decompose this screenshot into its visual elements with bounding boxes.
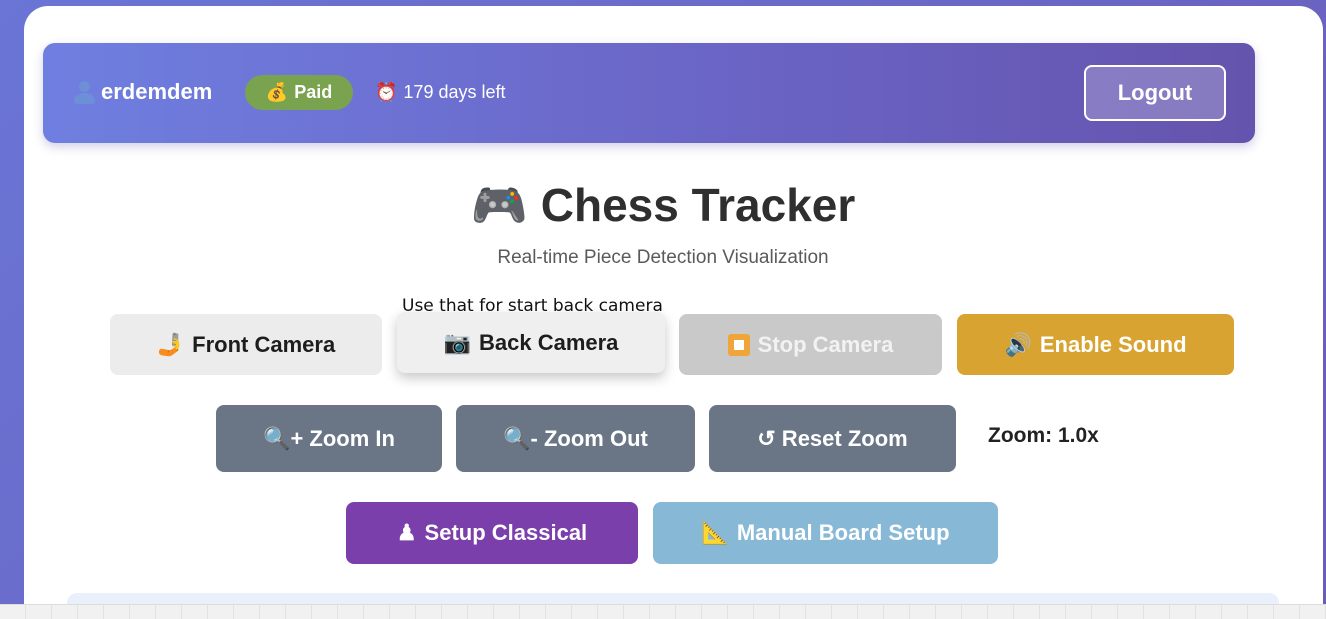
enable-sound-button[interactable]: 🔊 Enable Sound [957,314,1234,375]
subscription-remaining: ⏰ 179 days left [375,82,506,103]
money-bag-icon: 💰 [265,82,289,102]
user-info: erdemdem [73,79,212,105]
grid-overlay [0,604,1326,619]
stop-camera-button[interactable]: Stop Camera [679,314,942,375]
stop-icon [727,333,750,356]
manual-board-setup-button[interactable]: 📐 Manual Board Setup [653,502,998,564]
selfie-icon: 🤳 [156,331,185,357]
reset-zoom-button[interactable]: ↺ Reset Zoom [709,405,956,472]
camera-icon: 📷 [443,329,471,355]
front-camera-label: Front Camera [192,331,336,357]
status-badge: 💰 Paid [245,75,353,110]
days-left-text: 179 days left [403,82,506,102]
username: erdemdem [101,79,213,104]
page-title-text: Chess Tracker [540,179,856,231]
stop-camera-label: Stop Camera [757,331,894,357]
manual-board-setup-label: Manual Board Setup [736,520,950,545]
triangular-ruler-icon: 📐 [701,520,729,545]
chess-pawn-icon: ♟ [396,520,417,545]
back-camera-label: Back Camera [478,329,619,355]
zoom-level-readout: Zoom: 1.0x [988,424,1099,447]
speaker-icon: 🔊 [1004,331,1032,357]
alarm-clock-icon: ⏰ [375,82,398,102]
game-controller-icon: 🎮 [470,179,528,231]
back-camera-button[interactable]: 📷 Back Camera [397,312,665,373]
front-camera-button[interactable]: 🤳 Front Camera [110,314,382,375]
setup-classical-label: Setup Classical [424,520,588,545]
setup-classical-button[interactable]: ♟ Setup Classical [346,502,638,564]
page-subtitle: Real-time Piece Detection Visualization [497,247,829,268]
page-title: 🎮 Chess Tracker [0,178,1326,233]
plan-label: Paid [294,82,333,102]
zoom-out-button[interactable]: 🔍- Zoom Out [456,405,695,472]
enable-sound-label: Enable Sound [1039,331,1187,357]
user-icon [73,80,95,104]
account-bar: erdemdem 💰 Paid ⏰ 179 days left Logout [43,43,1255,143]
logout-button[interactable]: Logout [1084,65,1226,121]
zoom-in-button[interactable]: 🔍+ Zoom In [216,405,442,472]
